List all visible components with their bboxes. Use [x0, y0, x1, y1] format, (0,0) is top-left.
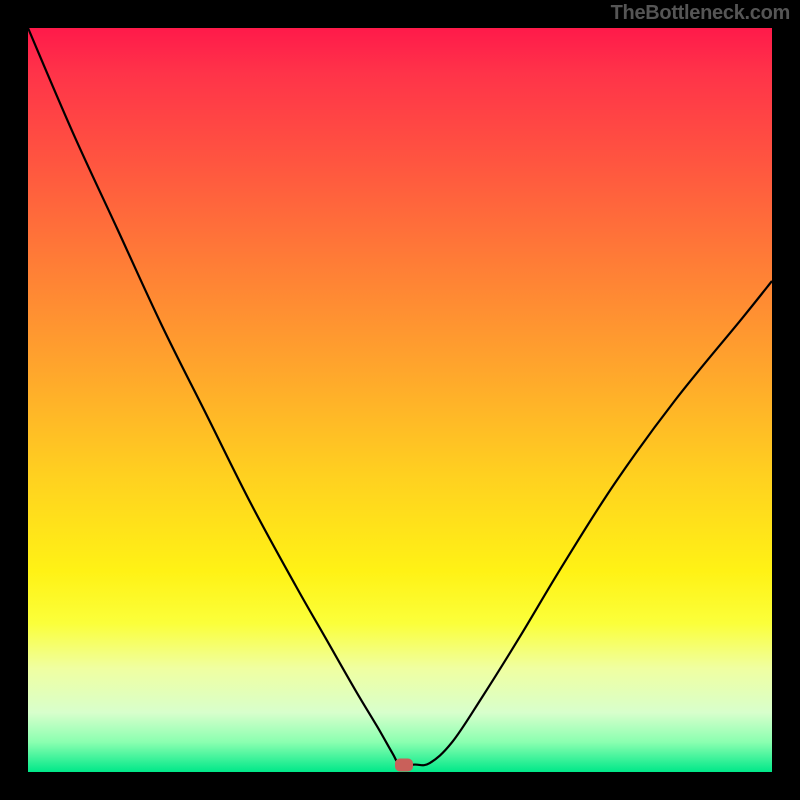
plot-area — [28, 28, 772, 772]
watermark-text: TheBottleneck.com — [611, 2, 790, 25]
bottleneck-curve — [28, 28, 772, 766]
curve-svg — [28, 28, 772, 772]
optimum-marker — [395, 758, 413, 771]
